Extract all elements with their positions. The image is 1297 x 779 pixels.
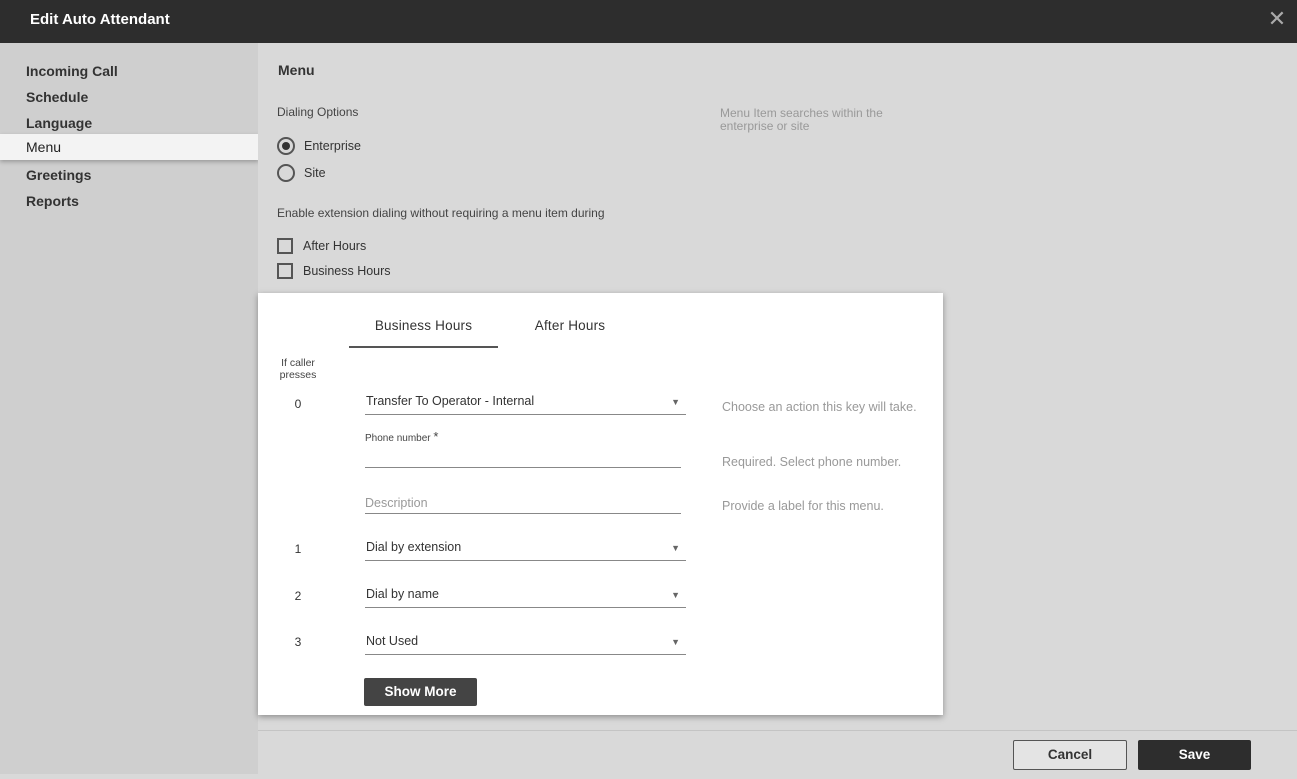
required-mark: * (433, 429, 439, 444)
action-hint: Choose an action this key will take. (722, 400, 917, 414)
action-select-value: Dial by extension (366, 540, 462, 554)
sidebar-item-language[interactable]: Language (0, 110, 258, 136)
menu-key: 0 (294, 397, 302, 411)
dialing-options-label: Dialing Options (277, 105, 359, 119)
title-bar: Edit Auto Attendant ✕ (0, 0, 1297, 43)
checkbox-after-hours-label: After Hours (303, 239, 367, 253)
window-title: Edit Auto Attendant (30, 11, 170, 28)
sidebar-item-reports[interactable]: Reports (0, 188, 258, 214)
action-select-3[interactable]: Not Used ▼ (365, 633, 686, 655)
action-select-2[interactable]: Dial by name ▼ (365, 586, 686, 608)
checkbox-icon (277, 238, 293, 254)
sidebar-item-greetings[interactable]: Greetings (0, 162, 258, 188)
caret-down-icon: ▼ (671, 543, 680, 553)
sidebar-item-schedule[interactable]: Schedule (0, 84, 258, 110)
radio-unselected-icon (277, 164, 295, 182)
menu-key: 2 (294, 589, 302, 603)
description-hint: Provide a label for this menu. (722, 499, 884, 513)
sidebar-item-incoming-call[interactable]: Incoming Call (0, 58, 258, 84)
section-title: Menu (278, 62, 315, 78)
radio-enterprise-label: Enterprise (304, 139, 361, 153)
phone-number-input[interactable] (365, 446, 681, 467)
close-icon[interactable]: ✕ (1267, 8, 1287, 31)
phone-number-label-text: Phone number (365, 433, 431, 444)
radio-enterprise[interactable]: Enterprise (277, 137, 361, 155)
dialing-options-hint: Menu Item searches within the enterprise… (720, 106, 883, 133)
extension-dialing-label: Enable extension dialing without requiri… (277, 206, 605, 220)
tab-business-hours[interactable]: Business Hours (349, 311, 498, 348)
action-select-value: Not Used (366, 634, 419, 648)
checkbox-icon (277, 263, 293, 279)
description-field[interactable] (365, 492, 681, 514)
show-more-button[interactable]: Show More (364, 678, 477, 706)
caret-down-icon: ▼ (671, 637, 680, 647)
footer: Cancel Save (258, 730, 1297, 779)
caret-down-icon: ▼ (671, 397, 680, 407)
checkbox-business-hours[interactable]: Business Hours (277, 263, 391, 279)
action-select-0[interactable]: Transfer To Operator - Internal ▼ (365, 393, 686, 415)
checkbox-after-hours[interactable]: After Hours (277, 238, 366, 254)
sidebar: Incoming Call Schedule Language Menu Gre… (0, 43, 259, 774)
phone-number-label: Phone number * (365, 429, 438, 444)
sidebar-item-menu[interactable]: Menu (0, 134, 259, 160)
action-select-value: Transfer To Operator - Internal (366, 394, 535, 408)
phone-number-field[interactable] (365, 446, 681, 468)
radio-site-label: Site (304, 166, 326, 180)
caret-down-icon: ▼ (671, 590, 680, 600)
description-input[interactable] (365, 492, 681, 513)
cancel-button[interactable]: Cancel (1013, 740, 1127, 770)
checkbox-business-hours-label: Business Hours (303, 264, 391, 278)
menu-key: 3 (294, 635, 302, 649)
radio-selected-icon (277, 137, 295, 155)
column-header: If caller presses (279, 357, 317, 381)
action-select-value: Dial by name (366, 587, 439, 601)
menu-card: Business Hours After Hours If caller pre… (258, 293, 943, 715)
action-select-1[interactable]: Dial by extension ▼ (365, 539, 686, 561)
tab-after-hours[interactable]: After Hours (516, 311, 624, 348)
save-button[interactable]: Save (1138, 740, 1251, 770)
radio-site[interactable]: Site (277, 164, 326, 182)
phone-number-hint: Required. Select phone number. (722, 455, 902, 469)
menu-key: 1 (294, 542, 302, 556)
